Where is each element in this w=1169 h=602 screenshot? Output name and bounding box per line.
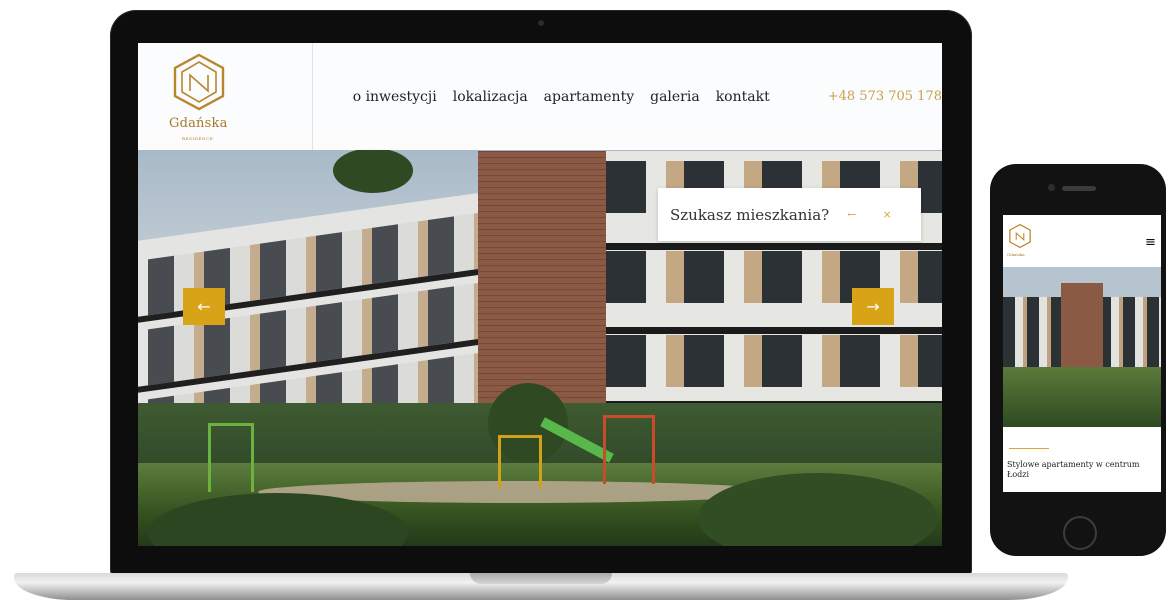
search-back-icon[interactable]: ← [847,208,856,221]
phone-mockup: Gdańska ≡ Stylowe apartamenty w centrum … [990,164,1166,556]
playground-swing-left [208,423,254,492]
mobile-headline: Stylowe apartamenty w centrum Łodzi [1007,460,1140,479]
search-title: Szukasz mieszkania? [670,205,830,224]
phone-speaker [1062,186,1096,191]
nav-item-galeria[interactable]: galeria [650,89,700,105]
site-header: Gdańska RESIDENCE o inwestycji lokalizac… [138,43,942,150]
mobile-hero-image [1003,267,1161,427]
laptop-camera [538,20,544,26]
nav-item-lokalizacja[interactable]: lokalizacja [453,89,528,105]
hexagon-logo-icon [173,53,225,111]
nav-item-kontakt[interactable]: kontakt [716,89,770,105]
slider-next-button[interactable]: → [852,288,894,325]
arrow-right-icon: → [866,297,880,316]
phone-screen: Gdańska ≡ Stylowe apartamenty w centrum … [1003,215,1161,492]
hamburger-menu-icon[interactable]: ≡ [1145,235,1156,250]
laptop-base [14,573,1068,600]
phone-home-button [1063,516,1097,550]
nav-item-apartamenty[interactable]: apartamenty [544,89,634,105]
brand-sub: RESIDENCE [182,136,214,141]
logo[interactable]: Gdańska RESIDENCE [138,43,313,150]
search-apartment-box[interactable]: Szukasz mieszkania? ← × [658,188,921,241]
mobile-accent-line [1009,448,1049,449]
arrow-left-icon: ← [197,297,211,316]
phone-camera [1048,184,1055,191]
laptop-screen: Gdańska RESIDENCE o inwestycji lokalizac… [138,43,942,546]
search-close-icon[interactable]: × [882,208,891,221]
brand-name: Gdańska [169,116,228,131]
mobile-brand-name: Gdańska [1007,252,1025,257]
laptop-mockup: Gdańska RESIDENCE o inwestycji lokalizac… [110,10,972,576]
main-nav: o inwestycji lokalizacja apartamenty gal… [353,89,770,105]
mobile-hexagon-logo-icon[interactable] [1009,223,1031,249]
mobile-header: Gdańska ≡ [1003,215,1161,267]
playground-climber [498,435,542,488]
playground-swing [603,415,655,484]
tree-top [333,148,413,193]
phone-number[interactable]: +48 573 705 178 [828,89,942,104]
laptop-notch [470,573,612,584]
slider-prev-button[interactable]: ← [183,288,225,325]
nav-item-o-inwestycji[interactable]: o inwestycji [353,89,437,105]
